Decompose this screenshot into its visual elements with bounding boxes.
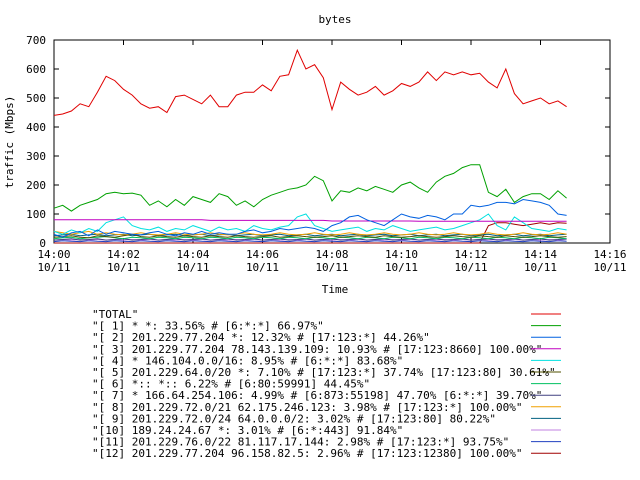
x-tick-time: 14:06 — [246, 248, 279, 261]
series-line-3 — [54, 219, 567, 222]
y-tick-label: 100 — [26, 208, 46, 221]
series-lines — [53, 48, 567, 244]
y-tick-label: 600 — [26, 63, 46, 76]
plot-frame — [53, 39, 611, 244]
series-line-2 — [53, 198, 567, 238]
x-tick-date: 10/11 — [315, 261, 348, 274]
x-tick-date: 10/11 — [37, 261, 70, 274]
x-tick-time: 14:16 — [593, 248, 626, 261]
y-axis: 0100200300400500600700 — [26, 34, 610, 250]
series-line-11 — [53, 240, 567, 243]
y-tick-label: 700 — [26, 34, 46, 47]
x-tick-time: 14:04 — [176, 248, 209, 261]
x-tick-time: 14:08 — [315, 248, 348, 261]
x-tick-time: 14:10 — [385, 248, 418, 261]
y-tick-label: 400 — [26, 121, 46, 134]
x-axis-label: Time — [322, 283, 349, 296]
x-tick-date: 10/11 — [454, 261, 487, 274]
y-axis-label: traffic (Mbps) — [3, 96, 16, 189]
series-line-4 — [53, 213, 567, 235]
x-tick-time: 14:14 — [524, 248, 557, 261]
x-tick-date: 10/11 — [593, 261, 626, 274]
x-tick-date: 10/11 — [176, 261, 209, 274]
y-tick-label: 300 — [26, 150, 46, 163]
x-tick-time: 14:12 — [454, 248, 487, 261]
x-tick-date: 10/11 — [524, 261, 557, 274]
x-tick-date: 10/11 — [246, 261, 279, 274]
legend: "TOTAL""[ 1] * *: 33.56% # [6:*:*] 66.97… — [92, 308, 561, 460]
x-tick-time: 14:00 — [37, 248, 70, 261]
legend-entry-12: "[12] 201.229.77.204 96.158.82.5: 2.96% … — [92, 447, 522, 460]
x-tick-time: 14:02 — [107, 248, 140, 261]
traffic-chart: bytes 0100200300400500600700 14:0010/111… — [3, 13, 627, 460]
y-tick-label: 200 — [26, 179, 46, 192]
series-line-1 — [53, 164, 567, 212]
x-tick-date: 10/11 — [385, 261, 418, 274]
chart-title: bytes — [318, 13, 351, 26]
series-line-0 — [53, 48, 567, 116]
x-tick-date: 10/11 — [107, 261, 140, 274]
y-tick-label: 500 — [26, 92, 46, 105]
